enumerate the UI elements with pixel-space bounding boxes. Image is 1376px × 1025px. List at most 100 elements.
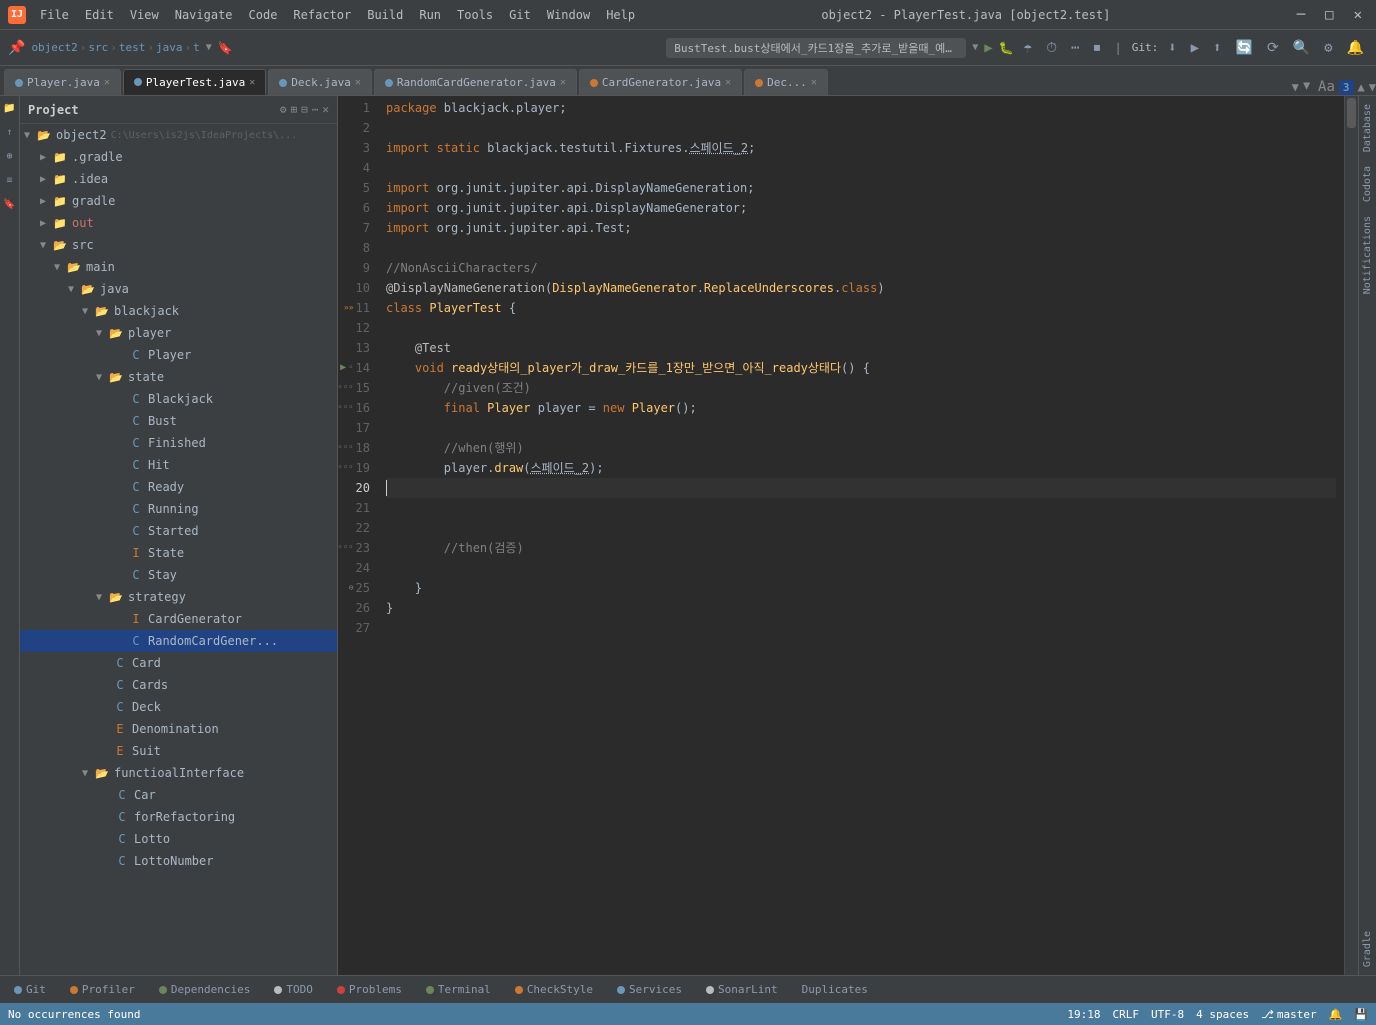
- tree-item-java[interactable]: ▼ 📂 java: [20, 278, 337, 300]
- notifications-icon[interactable]: 🔔: [1329, 1008, 1343, 1021]
- minimize-button[interactable]: ─: [1291, 5, 1311, 25]
- tree-more-icon[interactable]: ⋯: [312, 103, 319, 116]
- next-occurrence[interactable]: ▼: [1369, 80, 1376, 94]
- tab-close-cardgen[interactable]: ✕: [725, 77, 731, 88]
- tree-item-Hit[interactable]: ▶ C Hit: [20, 454, 337, 476]
- encoding[interactable]: UTF-8: [1151, 1008, 1184, 1021]
- project-icon[interactable]: 📁: [2, 100, 18, 116]
- menu-build[interactable]: Build: [361, 6, 409, 24]
- breadcrumb-t[interactable]: t: [193, 41, 200, 54]
- tree-item-blackjack[interactable]: ▼ 📂 blackjack: [20, 300, 337, 322]
- run-config-arrow[interactable]: ▼: [972, 42, 978, 53]
- git-update-button[interactable]: ▶: [1187, 38, 1203, 58]
- bottom-tab-dependencies[interactable]: Dependencies: [153, 981, 256, 998]
- tree-item-functioalInterface[interactable]: ▼ 📂 functioalInterface: [20, 762, 337, 784]
- indent-setting[interactable]: 4 spaces: [1196, 1008, 1249, 1021]
- bookmark-icon[interactable]: 🔖: [218, 41, 233, 55]
- bottom-tab-git[interactable]: Git: [8, 981, 52, 998]
- git-push-button[interactable]: ⬆: [1209, 38, 1225, 58]
- menu-code[interactable]: Code: [243, 6, 284, 24]
- tree-item-forRefactoring[interactable]: ▶ C forRefactoring: [20, 806, 337, 828]
- tab-deck[interactable]: Deck.java ✕: [268, 69, 372, 95]
- breadcrumb-src[interactable]: src: [88, 41, 108, 54]
- menu-refactor[interactable]: Refactor: [287, 6, 357, 24]
- tab-randomcard[interactable]: RandomCardGenerator.java ✕: [374, 69, 577, 95]
- tree-expand-icon[interactable]: ⊞: [291, 103, 298, 116]
- close-button[interactable]: ✕: [1348, 5, 1368, 25]
- tree-gear-icon[interactable]: ⚙: [280, 103, 287, 116]
- cursor-position[interactable]: 19:18: [1067, 1008, 1100, 1021]
- tree-item-Suit[interactable]: ▶ E Suit: [20, 740, 337, 762]
- tree-item-Denomination[interactable]: ▶ E Denomination: [20, 718, 337, 740]
- menu-help[interactable]: Help: [600, 6, 641, 24]
- search-everywhere-button[interactable]: 🔍: [1289, 38, 1314, 58]
- tree-item-src[interactable]: ▼ 📂 src: [20, 234, 337, 256]
- tree-item-LottoNumber[interactable]: ▶ C LottoNumber: [20, 850, 337, 872]
- tree-item-Stay[interactable]: ▶ C Stay: [20, 564, 337, 586]
- code-editor[interactable]: package blackjack.player; import static …: [378, 96, 1344, 975]
- tree-close-icon[interactable]: ✕: [322, 103, 329, 116]
- settings-button[interactable]: ⚙: [1320, 38, 1336, 58]
- menu-navigate[interactable]: Navigate: [169, 6, 239, 24]
- tree-item-Cards[interactable]: ▶ C Cards: [20, 674, 337, 696]
- tab-close-randomcard[interactable]: ✕: [560, 77, 566, 88]
- profile-button[interactable]: ⏱: [1042, 38, 1061, 58]
- tree-item-out[interactable]: ▶ 📁 out: [20, 212, 337, 234]
- tree-collapse-icon[interactable]: ⊟: [301, 103, 308, 116]
- notifications-button[interactable]: 🔔: [1343, 38, 1368, 58]
- menu-git[interactable]: Git: [503, 6, 537, 24]
- tree-item-main[interactable]: ▼ 📂 main: [20, 256, 337, 278]
- coverage-button[interactable]: ☂: [1020, 38, 1036, 58]
- tree-item-Lotto[interactable]: ▶ C Lotto: [20, 828, 337, 850]
- structure-icon[interactable]: ≡: [2, 172, 18, 188]
- run-button[interactable]: ▶: [984, 40, 992, 56]
- breadcrumb-test[interactable]: test: [119, 41, 146, 54]
- notifications-panel-label[interactable]: Notifications: [1360, 212, 1375, 298]
- line-ending[interactable]: CRLF: [1113, 1008, 1140, 1021]
- gradle-panel-label[interactable]: Gradle: [1360, 927, 1375, 971]
- bottom-tab-sonar[interactable]: SonarLint: [700, 981, 784, 998]
- tree-item-State[interactable]: ▶ I State: [20, 542, 337, 564]
- codata-panel-label[interactable]: Codota: [1360, 162, 1375, 206]
- maximize-button[interactable]: □: [1319, 5, 1339, 25]
- tree-item-idea[interactable]: ▶ 📁 .idea: [20, 168, 337, 190]
- menu-run[interactable]: Run: [413, 6, 447, 24]
- tab-scroll-up[interactable]: ▲: [1303, 80, 1310, 94]
- more-run-button[interactable]: ⋯: [1067, 38, 1083, 58]
- git-branch-status[interactable]: ⎇ master: [1261, 1008, 1316, 1021]
- run-config-dropdown[interactable]: BustTest.bust상태에서_카드1장을_추가로_받을때_예외가_발생한다: [666, 38, 966, 58]
- breadcrumb-java[interactable]: java: [156, 41, 183, 54]
- tab-dec[interactable]: Dec... ✕: [744, 69, 828, 95]
- tree-item-Started[interactable]: ▶ C Started: [20, 520, 337, 542]
- tree-item-Blackjack[interactable]: ▶ C Blackjack: [20, 388, 337, 410]
- commit-icon[interactable]: ↑: [2, 124, 18, 140]
- bottom-tab-duplicates[interactable]: Duplicates: [796, 981, 874, 998]
- tab-scroll-down[interactable]: ▼: [1292, 80, 1299, 94]
- scroll-thumb[interactable]: [1347, 98, 1356, 128]
- tree-item-object2[interactable]: ▼ 📂 object2 C:\Users\is2js\IdeaProjects\…: [20, 124, 337, 146]
- git-fetch-button[interactable]: ⬇: [1164, 38, 1180, 58]
- prev-occurrence[interactable]: ▲: [1358, 80, 1365, 94]
- tree-item-Card[interactable]: ▶ C Card: [20, 652, 337, 674]
- bottom-tab-services[interactable]: Services: [611, 981, 688, 998]
- tree-item-Car[interactable]: ▶ C Car: [20, 784, 337, 806]
- translate-button[interactable]: ⟳: [1263, 38, 1283, 58]
- tree-item-Player[interactable]: ▶ C Player: [20, 344, 337, 366]
- bookmarks-icon[interactable]: 🔖: [2, 196, 18, 212]
- tab-close-dec[interactable]: ✕: [811, 77, 817, 88]
- editor-scrollbar[interactable]: [1344, 96, 1358, 975]
- tree-item-Finished[interactable]: ▶ C Finished: [20, 432, 337, 454]
- menu-edit[interactable]: Edit: [79, 6, 120, 24]
- bottom-tab-profiler[interactable]: Profiler: [64, 981, 141, 998]
- match-case-icon[interactable]: Aa: [1318, 79, 1335, 95]
- breadcrumb-project[interactable]: object2: [31, 41, 77, 54]
- tree-item-gradle[interactable]: ▶ 📁 .gradle: [20, 146, 337, 168]
- menu-tools[interactable]: Tools: [451, 6, 499, 24]
- tree-item-Deck[interactable]: ▶ C Deck: [20, 696, 337, 718]
- debug-button[interactable]: 🐛: [999, 41, 1014, 55]
- menu-window[interactable]: Window: [541, 6, 596, 24]
- menu-file[interactable]: File: [34, 6, 75, 24]
- tree-item-strategy-folder[interactable]: ▼ 📂 strategy: [20, 586, 337, 608]
- bottom-tab-problems[interactable]: Problems: [331, 981, 408, 998]
- tab-playertest[interactable]: PlayerTest.java ✕: [123, 69, 266, 95]
